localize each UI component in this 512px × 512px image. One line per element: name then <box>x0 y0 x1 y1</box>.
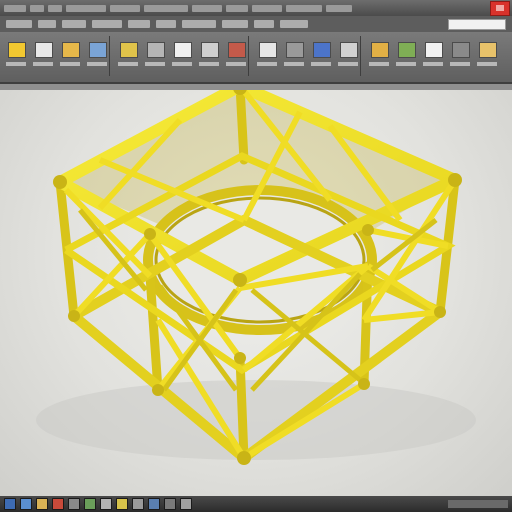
browser-icon[interactable] <box>20 498 32 510</box>
folder-icon[interactable] <box>36 498 48 510</box>
grid-icon <box>201 42 219 58</box>
tool-label <box>172 62 192 66</box>
app-icon[interactable] <box>148 498 160 510</box>
window-title <box>144 4 188 12</box>
tool-label <box>311 62 331 66</box>
image-tool-button[interactable] <box>170 38 194 66</box>
cube-tool-button[interactable] <box>116 38 140 66</box>
app-icon[interactable] <box>132 498 144 510</box>
home-tool-button[interactable] <box>4 38 28 66</box>
folder-tool-button[interactable] <box>58 38 82 66</box>
sphere-tool-button[interactable] <box>448 38 472 66</box>
truss-ring-model[interactable] <box>0 90 512 496</box>
layout-icon <box>259 42 277 58</box>
media-icon[interactable] <box>52 498 64 510</box>
menu-item[interactable] <box>62 20 86 28</box>
gear-tool-button[interactable] <box>282 38 306 66</box>
quick-save-icon[interactable] <box>30 4 44 12</box>
menu-item[interactable] <box>156 20 176 28</box>
bird-icon <box>425 42 443 58</box>
home-icon <box>8 42 26 58</box>
quick-access-item[interactable] <box>252 4 282 12</box>
menu-item[interactable] <box>6 20 32 28</box>
sphere-icon <box>452 42 470 58</box>
title-bar <box>0 0 512 16</box>
cube-icon <box>120 42 138 58</box>
bird-tool-button[interactable] <box>421 38 445 66</box>
3d-viewport[interactable] <box>0 90 512 496</box>
folder-icon <box>62 42 80 58</box>
menu-item[interactable] <box>38 20 56 28</box>
document-tool-button[interactable] <box>31 38 55 66</box>
menu-bar <box>0 16 512 32</box>
system-tray[interactable] <box>448 500 508 508</box>
app-icon[interactable] <box>68 498 80 510</box>
pencil-tool-button[interactable] <box>475 38 499 66</box>
ribbon-separator <box>248 36 249 76</box>
curve-tool-button[interactable] <box>336 38 360 66</box>
tool-label <box>60 62 80 66</box>
quick-access-item[interactable] <box>326 4 352 12</box>
pencil-icon <box>479 42 497 58</box>
tool-label <box>396 62 416 66</box>
app-icon[interactable] <box>100 498 112 510</box>
search-input[interactable] <box>448 19 506 30</box>
menu-item[interactable] <box>182 20 216 28</box>
tool-label <box>257 62 277 66</box>
grid-tool-button[interactable] <box>197 38 221 66</box>
globe-tool-button[interactable] <box>143 38 167 66</box>
chart-icon <box>313 42 331 58</box>
app-icon[interactable] <box>164 498 176 510</box>
quick-undo-icon[interactable] <box>48 4 62 12</box>
frame-icon <box>371 42 389 58</box>
menu-item[interactable] <box>222 20 248 28</box>
chart-tool-button[interactable] <box>309 38 333 66</box>
tool-label <box>226 62 246 66</box>
quick-access-toolbar[interactable] <box>66 4 106 12</box>
frame-tool-button[interactable] <box>367 38 391 66</box>
tool-label <box>284 62 304 66</box>
menu-item[interactable] <box>254 20 274 28</box>
tool-label <box>33 62 53 66</box>
document-icon <box>35 42 53 58</box>
tool-label <box>338 62 358 66</box>
quick-access-item[interactable] <box>192 4 222 12</box>
tool-label <box>118 62 138 66</box>
close-icon[interactable] <box>490 1 510 16</box>
taskbar <box>0 496 512 512</box>
tool-label <box>477 62 497 66</box>
menu-item[interactable] <box>128 20 150 28</box>
refresh-icon <box>228 42 246 58</box>
tool-label <box>199 62 219 66</box>
app-icon[interactable] <box>180 498 192 510</box>
globe-icon <box>147 42 165 58</box>
tool-label <box>145 62 165 66</box>
ribbon-toolbar <box>0 32 512 84</box>
tool-label <box>450 62 470 66</box>
tool-label <box>423 62 443 66</box>
tree-tool-button[interactable] <box>394 38 418 66</box>
menu-item[interactable] <box>92 20 122 28</box>
gear-icon <box>286 42 304 58</box>
tree-icon <box>398 42 416 58</box>
image-icon <box>174 42 192 58</box>
refresh-tool-button[interactable] <box>224 38 248 66</box>
app-icon[interactable] <box>116 498 128 510</box>
layout-tool-button[interactable] <box>255 38 279 66</box>
ribbon-separator <box>109 36 110 76</box>
tool-label <box>87 62 107 66</box>
app-icon[interactable] <box>84 498 96 510</box>
shapes-icon <box>89 42 107 58</box>
shapes-tool-button[interactable] <box>85 38 109 66</box>
tool-label <box>369 62 389 66</box>
app-logo[interactable] <box>4 4 26 12</box>
tool-label <box>6 62 26 66</box>
curve-icon <box>340 42 358 58</box>
quick-access-item[interactable] <box>226 4 248 12</box>
quick-access-item[interactable] <box>286 4 322 12</box>
start-icon[interactable] <box>4 498 16 510</box>
ribbon-separator <box>360 36 361 76</box>
menu-item[interactable] <box>280 20 308 28</box>
quick-access-item[interactable] <box>110 4 140 12</box>
